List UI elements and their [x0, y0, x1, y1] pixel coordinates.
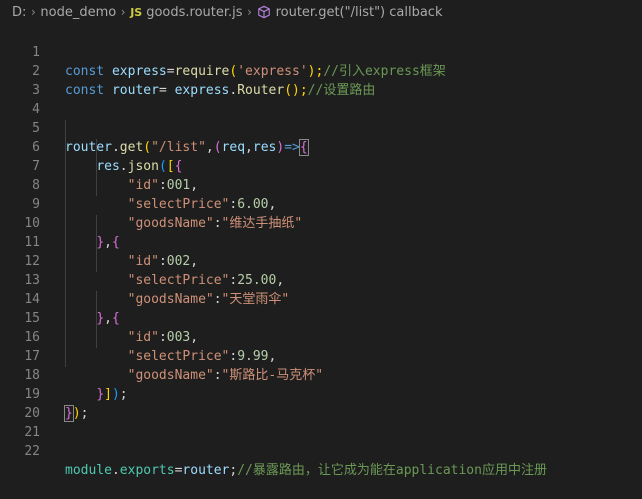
- code-line: 9 "goodsName":"维达手抽纸": [0, 176, 642, 231]
- chevron-right-icon: ›: [120, 5, 126, 19]
- code-line: 5 router.get("/list",(req,res)=>{: [0, 100, 642, 156]
- breadcrumb-file[interactable]: goods.router.js: [146, 5, 242, 20]
- code-line: 21: [0, 404, 642, 440]
- comment-token: //暴露路由，让它成为能在application应用中注册: [237, 463, 547, 478]
- code-line: 10 },{: [0, 195, 642, 250]
- code-line: 4: [0, 81, 642, 117]
- variable-token: router: [182, 463, 230, 478]
- variable-token: module: [65, 463, 112, 478]
- code-line: 16 "selectPrice":9.99,: [0, 309, 642, 364]
- code-line: 15 "id":003,: [0, 290, 642, 345]
- code-line: 7 "id":001,: [0, 138, 642, 193]
- code-line: 2 const router= express.Router();//设置路由: [0, 43, 642, 98]
- js-file-icon: JS: [130, 5, 143, 19]
- code-line: 22 module.exports=router;//暴露路由，让它成为能在ap…: [0, 423, 642, 478]
- property-token: exports: [119, 463, 175, 478]
- code-line: 1 const express=require('express');//引入e…: [0, 24, 642, 79]
- code-line: 13 "goodsName":"天堂雨伞": [0, 252, 642, 307]
- code-line: 12 "selectPrice":25.00,: [0, 233, 642, 288]
- code-editor[interactable]: 1 const express=require('express');//引入e…: [0, 24, 642, 478]
- code-line: 3: [0, 62, 642, 98]
- chevron-right-icon: ›: [30, 5, 36, 19]
- code-line: 14 },{: [0, 271, 642, 326]
- code-line: 20: [0, 385, 642, 421]
- breadcrumb-drive[interactable]: D:: [12, 5, 26, 20]
- chevron-right-icon: ›: [247, 5, 252, 19]
- line-number: 22: [24, 444, 40, 459]
- breadcrumb-folder[interactable]: node_demo: [40, 5, 116, 20]
- method-cube-icon: [257, 5, 270, 19]
- code-line: 8 "selectPrice":6.00,: [0, 157, 642, 212]
- code-line: 18 }]);: [0, 347, 642, 402]
- code-line: 6 res.json([{: [0, 119, 642, 174]
- code-line: 19 });: [0, 366, 642, 422]
- code-line: 11 "id":002,: [0, 214, 642, 269]
- breadcrumb: D: › node_demo › JS goods.router.js › ro…: [0, 0, 642, 24]
- operator-token: .: [111, 463, 120, 478]
- breadcrumb-symbol[interactable]: router.get("/list") callback: [276, 5, 443, 20]
- code-line: 17 "goodsName":"斯路比-马克杯": [0, 328, 642, 383]
